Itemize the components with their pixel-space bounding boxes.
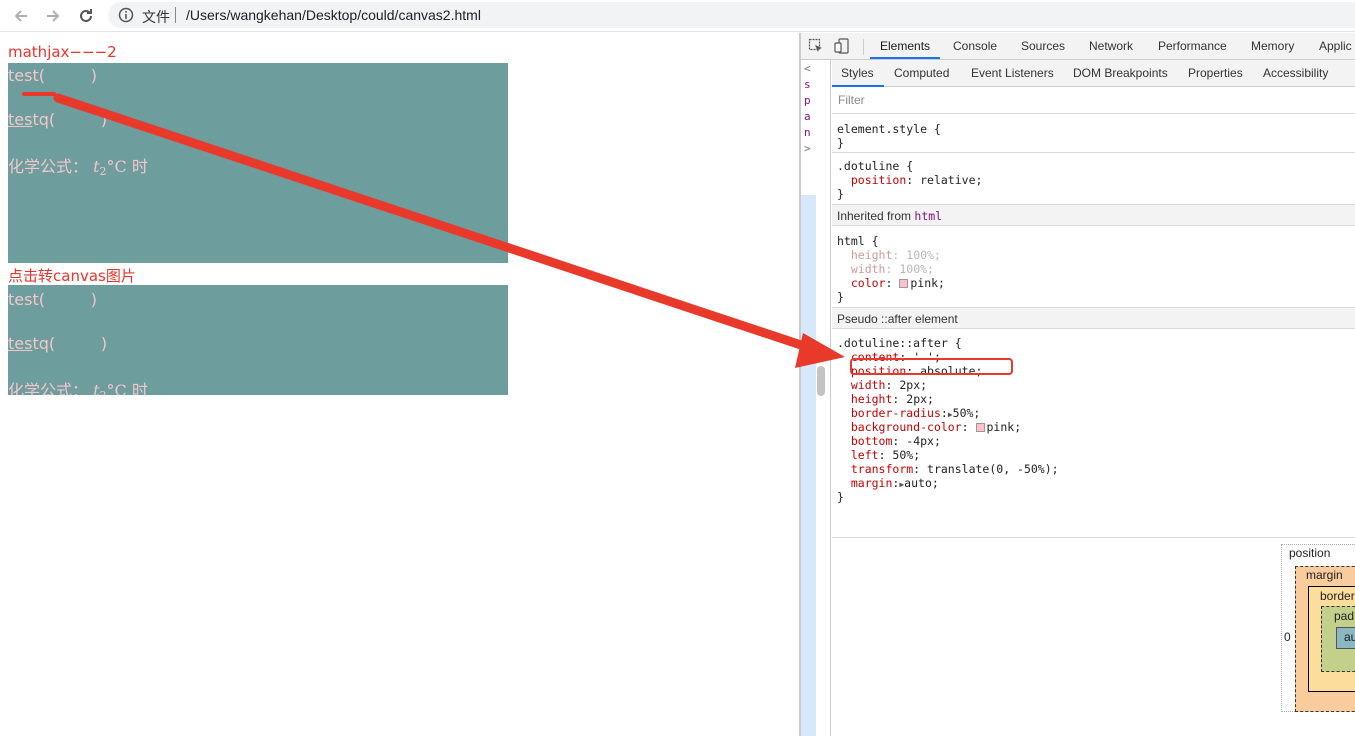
- device-toolbar-icon[interactable]: [834, 38, 850, 59]
- screen: 文件 /Users/wangkehan/Desktop/could/canvas…: [0, 0, 1355, 736]
- url-separator: [175, 7, 176, 23]
- subtab-dom-breakpoints[interactable]: DOM Breakpoints: [1073, 66, 1168, 80]
- dom-tag-char: a: [804, 110, 811, 123]
- active-subtab-indicator: [832, 85, 884, 87]
- mathjax-panel: test( ) testq( ) 化学公式： t2°C 时: [8, 63, 508, 263]
- page-heading-canvas: 点击转canvas图片: [8, 267, 136, 285]
- tab-console[interactable]: Console: [953, 39, 997, 53]
- dom-tag-char: p: [804, 94, 811, 107]
- rule-divider: [832, 152, 1355, 153]
- subtab-event-listeners[interactable]: Event Listeners: [971, 66, 1054, 80]
- styles-sub-tabs: Styles Computed Event Listeners DOM Brea…: [832, 60, 1355, 87]
- devtools-main-tabs: Elements Console Sources Network Perform…: [801, 33, 1355, 60]
- dom-tag-char: >: [804, 142, 811, 155]
- forward-button[interactable]: [41, 4, 65, 28]
- inherited-section-header: Inherited from html: [832, 204, 1355, 226]
- tab-elements[interactable]: Elements: [880, 39, 930, 53]
- styles-filter-input[interactable]: Filter: [838, 93, 865, 107]
- panel1-line-testq: testq( ): [8, 110, 108, 129]
- panel2-line-testq: testq( ): [8, 334, 108, 353]
- panel2-line-formula: 化学公式： t2°C 时: [8, 381, 148, 395]
- back-button[interactable]: [9, 4, 33, 28]
- active-tab-indicator: [870, 57, 940, 59]
- annotation-callout-box: [850, 358, 1013, 375]
- tab-network[interactable]: Network: [1089, 39, 1133, 53]
- browser-toolbar: 文件 /Users/wangkehan/Desktop/could/canvas…: [0, 0, 1355, 32]
- html-rule[interactable]: html { height: 100%; width: 100%; color:…: [837, 234, 945, 304]
- inherited-label: Inherited from: [837, 209, 912, 223]
- page-content: mathjax−−−2 test( ) testq( ) 化学公式： t2°C …: [0, 33, 800, 736]
- dotuline-rule[interactable]: .dotuline { position: relative; }: [837, 159, 982, 201]
- url-text[interactable]: /Users/wangkehan/Desktop/could/canvas2.h…: [186, 7, 481, 23]
- color-swatch-icon[interactable]: [899, 279, 909, 288]
- color-swatch-icon[interactable]: [975, 423, 985, 432]
- address-bar[interactable]: 文件 /Users/wangkehan/Desktop/could/canvas…: [108, 2, 1355, 28]
- red-underline-mark: [22, 92, 56, 96]
- devtools-panel: Elements Console Sources Network Perform…: [801, 33, 1355, 736]
- subtab-styles[interactable]: Styles: [841, 66, 874, 80]
- tab-separator: [863, 39, 864, 55]
- tab-performance[interactable]: Performance: [1158, 39, 1227, 53]
- tab-memory[interactable]: Memory: [1251, 39, 1294, 53]
- dom-tag-char: <: [804, 62, 811, 75]
- panel1-line-test: test( ): [8, 66, 97, 85]
- panel1-line-formula: 化学公式： t2°C 时: [8, 157, 148, 178]
- info-icon[interactable]: [118, 7, 134, 28]
- dom-tree-pane: < s p a n >: [801, 60, 831, 736]
- panel2-line-test: test( ): [8, 290, 97, 309]
- inherited-tag-link[interactable]: html: [914, 209, 942, 223]
- inspect-element-icon[interactable]: [808, 38, 824, 59]
- arrow-left-icon: [14, 10, 27, 22]
- page-heading-mathjax: mathjax−−−2: [8, 43, 117, 61]
- dom-tag-char: n: [804, 126, 811, 139]
- subtab-properties[interactable]: Properties: [1188, 66, 1243, 80]
- box-model-diagram: position margin border pad au 0: [1281, 544, 1355, 716]
- reload-icon: [80, 9, 92, 22]
- dom-scrollbar[interactable]: [817, 366, 825, 396]
- pseudo-section-header: Pseudo ::after element: [832, 307, 1355, 329]
- box-model-margin-label: margin: [1306, 568, 1343, 582]
- rule-divider: [832, 537, 1355, 538]
- tab-sources[interactable]: Sources: [1021, 39, 1065, 53]
- subtab-accessibility[interactable]: Accessibility: [1263, 66, 1328, 80]
- tab-application[interactable]: Applic: [1319, 39, 1352, 53]
- dom-selection-highlight: [801, 195, 816, 736]
- arrow-right-icon: [47, 10, 60, 22]
- box-model-padding-label: pad: [1334, 609, 1355, 623]
- dom-tag-char: s: [804, 78, 811, 91]
- element-style-rule[interactable]: element.style { }: [837, 122, 941, 150]
- box-model-left-value[interactable]: 0: [1284, 630, 1291, 644]
- box-model-border-label: border: [1320, 589, 1355, 603]
- reload-button[interactable]: [74, 4, 98, 28]
- box-model-content-label: au: [1344, 630, 1355, 644]
- url-scheme-label: 文件: [142, 10, 170, 26]
- filter-divider: [832, 113, 1355, 114]
- canvas-image-panel[interactable]: test( ) testq( ) 化学公式： t2°C 时: [8, 285, 508, 395]
- styles-pane: Styles Computed Event Listeners DOM Brea…: [832, 60, 1355, 736]
- box-model-position-label: position: [1289, 546, 1331, 560]
- subtab-computed[interactable]: Computed: [894, 66, 949, 80]
